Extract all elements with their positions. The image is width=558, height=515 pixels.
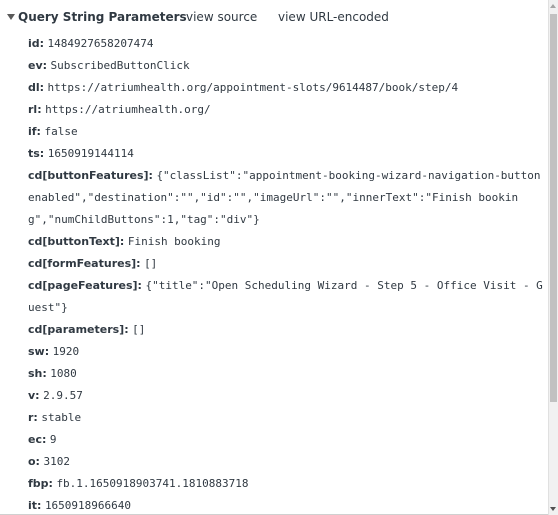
param-value: 9 xyxy=(49,433,57,446)
param-key: ev: xyxy=(28,59,48,72)
param-value: 1080 xyxy=(50,367,77,380)
param-value: false xyxy=(44,125,78,138)
param-row-id: id: 1484927658207474 xyxy=(28,33,548,55)
parameter-list: id: 1484927658207474 ev: SubscribedButto… xyxy=(28,33,548,515)
param-value: 3102 xyxy=(43,455,70,468)
param-key: cd[pageFeatures]: xyxy=(28,279,142,292)
scroll-down-arrow-icon[interactable] xyxy=(550,507,556,511)
param-key: ec: xyxy=(28,433,47,446)
param-key: dl: xyxy=(28,81,45,94)
param-row-rl: rl: https://atriumhealth.org/ xyxy=(28,99,548,121)
param-row-form-features: cd[formFeatures]: [] xyxy=(28,253,548,275)
param-row-dl: dl: https://atriumhealth.org/appointment… xyxy=(28,77,548,99)
param-row-it: it: 1650918966640 xyxy=(28,495,548,515)
param-row-button-text: cd[buttonText]: Finish booking xyxy=(28,231,548,253)
param-value: 1650918966640 xyxy=(44,499,132,512)
param-row-button-features: cd[buttonFeatures]: {"classList":"appoin… xyxy=(28,165,548,231)
param-key: it: xyxy=(28,499,42,512)
param-value: Finish booking xyxy=(127,235,221,248)
query-string-parameters-panel: Query String Parameters view source view… xyxy=(0,0,549,515)
view-source-toggle[interactable]: view source xyxy=(186,10,257,24)
vertical-scrollbar[interactable] xyxy=(548,0,558,515)
param-row-v: v: 2.9.57 xyxy=(28,385,548,407)
section-header[interactable]: Query String Parameters view source view… xyxy=(0,7,549,27)
param-value: 1484927658207474 xyxy=(47,37,154,50)
param-key: v: xyxy=(28,389,40,402)
param-key: cd[formFeatures]: xyxy=(28,257,141,270)
param-row-page-features: cd[pageFeatures]: {"title":"Open Schedul… xyxy=(28,275,548,319)
param-row-fbp: fbp: fb.1.1650918903741.1810883718 xyxy=(28,473,548,495)
param-key: fbp: xyxy=(28,477,53,490)
param-key: id: xyxy=(28,37,45,50)
param-row-ev: ev: SubscribedButtonClick xyxy=(28,55,548,77)
param-value: 2.9.57 xyxy=(43,389,83,402)
param-key: if: xyxy=(28,125,41,138)
param-row-r: r: stable xyxy=(28,407,548,429)
param-key: r: xyxy=(28,411,38,424)
param-key: cd[buttonFeatures]: xyxy=(28,169,153,182)
param-row-ec: ec: 9 xyxy=(28,429,548,451)
section-title[interactable]: Query String Parameters xyxy=(18,10,187,24)
param-row-o: o: 3102 xyxy=(28,451,548,473)
param-value: https://atriumhealth.org/appointment-slo… xyxy=(47,81,459,94)
param-key: rl: xyxy=(28,103,42,116)
param-value: fb.1.1650918903741.1810883718 xyxy=(56,477,249,490)
param-key: sh: xyxy=(28,367,47,380)
param-row-sw: sw: 1920 xyxy=(28,341,548,363)
param-key: cd[buttonText]: xyxy=(28,235,125,248)
param-value: [] xyxy=(132,323,146,336)
scroll-up-arrow-icon[interactable] xyxy=(550,4,556,8)
param-value: SubscribedButtonClick xyxy=(50,59,190,72)
param-key: sw: xyxy=(28,345,50,358)
param-row-if: if: false xyxy=(28,121,548,143)
param-row-parameters: cd[parameters]: [] xyxy=(28,319,548,341)
param-value: 1920 xyxy=(52,345,80,358)
view-url-encoded-toggle[interactable]: view URL-encoded xyxy=(278,10,389,24)
param-key: cd[parameters]: xyxy=(28,323,129,336)
param-key: ts: xyxy=(28,147,45,160)
scrollbar-thumb[interactable] xyxy=(550,14,557,402)
param-row-ts: ts: 1650919144114 xyxy=(28,143,548,165)
param-value: [] xyxy=(144,257,158,270)
param-key: o: xyxy=(28,455,40,468)
param-value: 1650919144114 xyxy=(47,147,134,160)
collapse-triangle-icon[interactable] xyxy=(7,14,15,20)
param-value: stable xyxy=(41,411,82,424)
param-row-sh: sh: 1080 xyxy=(28,363,548,385)
param-value: https://atriumhealth.org/ xyxy=(45,103,211,116)
